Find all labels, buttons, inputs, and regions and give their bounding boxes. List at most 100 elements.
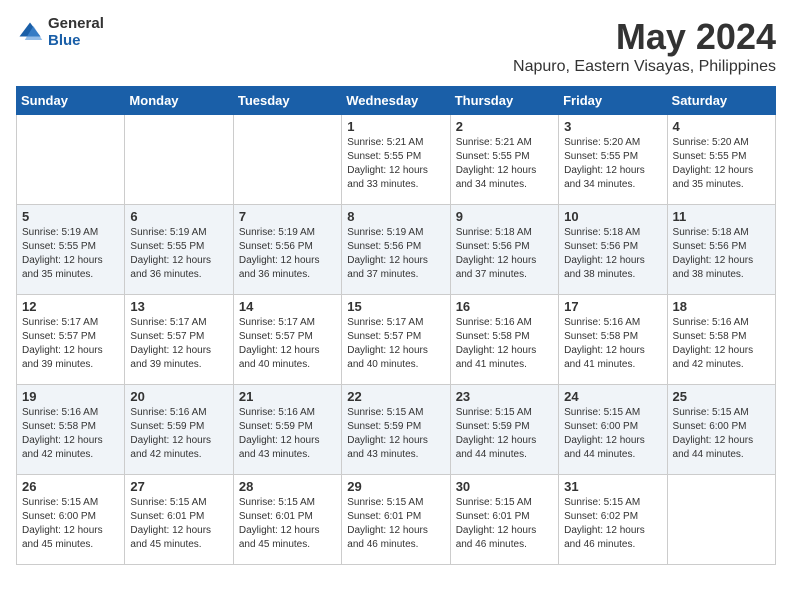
day-number: 7 [239,209,336,224]
day-info: Sunrise: 5:18 AM Sunset: 5:56 PM Dayligh… [673,226,770,282]
day-info: Sunrise: 5:19 AM Sunset: 5:55 PM Dayligh… [130,226,227,282]
day-number: 11 [673,209,770,224]
logo-blue-text: Blue [48,33,104,50]
day-info: Sunrise: 5:19 AM Sunset: 5:55 PM Dayligh… [22,226,119,282]
calendar-cell: 25 Sunrise: 5:15 AM Sunset: 6:00 PM Dayli… [667,385,775,475]
day-number: 4 [673,119,770,134]
day-number: 1 [347,119,444,134]
logo-icon [16,19,44,47]
calendar-cell: 10 Sunrise: 5:18 AM Sunset: 5:56 PM Dayli… [559,205,667,295]
day-info: Sunrise: 5:17 AM Sunset: 5:57 PM Dayligh… [239,316,336,372]
week-row-3: 12 Sunrise: 5:17 AM Sunset: 5:57 PM Dayli… [17,295,776,385]
page-header: General Blue May 2024 Napuro, Eastern Vi… [16,16,776,76]
day-number: 14 [239,299,336,314]
day-info: Sunrise: 5:16 AM Sunset: 5:59 PM Dayligh… [130,406,227,462]
day-info: Sunrise: 5:19 AM Sunset: 5:56 PM Dayligh… [347,226,444,282]
day-number: 5 [22,209,119,224]
day-info: Sunrise: 5:20 AM Sunset: 5:55 PM Dayligh… [564,136,661,192]
day-info: Sunrise: 5:16 AM Sunset: 5:59 PM Dayligh… [239,406,336,462]
logo-text: General Blue [48,16,104,49]
calendar-cell: 29 Sunrise: 5:15 AM Sunset: 6:01 PM Dayli… [342,475,450,565]
calendar-cell: 31Sunrise: 5:15 AM Sunset: 6:02 PM Dayli… [559,475,667,565]
day-info: Sunrise: 5:15 AM Sunset: 6:01 PM Dayligh… [347,496,444,552]
header-cell-monday: Monday [125,87,233,115]
day-info: Sunrise: 5:15 AM Sunset: 5:59 PM Dayligh… [347,406,444,462]
calendar-cell: 5 Sunrise: 5:19 AM Sunset: 5:55 PM Daylig… [17,205,125,295]
calendar-cell: 9 Sunrise: 5:18 AM Sunset: 5:56 PM Daylig… [450,205,558,295]
day-info: Sunrise: 5:18 AM Sunset: 5:56 PM Dayligh… [456,226,553,282]
day-number: 30 [456,479,553,494]
calendar-cell: 11 Sunrise: 5:18 AM Sunset: 5:56 PM Dayli… [667,205,775,295]
day-number: 9 [456,209,553,224]
calendar-cell: 17Sunrise: 5:16 AM Sunset: 5:58 PM Dayli… [559,295,667,385]
calendar-cell: 24 Sunrise: 5:15 AM Sunset: 6:00 PM Dayli… [559,385,667,475]
calendar-cell: 4 Sunrise: 5:20 AM Sunset: 5:55 PM Daylig… [667,115,775,205]
header-cell-tuesday: Tuesday [233,87,341,115]
day-number: 29 [347,479,444,494]
header-cell-saturday: Saturday [667,87,775,115]
calendar-cell: 2Sunrise: 5:21 AM Sunset: 5:55 PM Daylig… [450,115,558,205]
calendar-table: SundayMondayTuesdayWednesdayThursdayFrid… [16,86,776,565]
day-number: 25 [673,389,770,404]
day-number: 26 [22,479,119,494]
subtitle: Napuro, Eastern Visayas, Philippines [513,58,776,76]
header-cell-sunday: Sunday [17,87,125,115]
calendar-cell: 30 Sunrise: 5:15 AM Sunset: 6:01 PM Dayli… [450,475,558,565]
day-info: Sunrise: 5:16 AM Sunset: 5:58 PM Dayligh… [564,316,661,372]
calendar-cell: 12 Sunrise: 5:17 AM Sunset: 5:57 PM Dayli… [17,295,125,385]
calendar-cell: 3 Sunrise: 5:20 AM Sunset: 5:55 PM Daylig… [559,115,667,205]
week-row-1: 1 Sunrise: 5:21 AM Sunset: 5:55 PM Daylig… [17,115,776,205]
day-info: Sunrise: 5:15 AM Sunset: 6:00 PM Dayligh… [673,406,770,462]
day-number: 21 [239,389,336,404]
day-info: Sunrise: 5:16 AM Sunset: 5:58 PM Dayligh… [673,316,770,372]
week-row-2: 5 Sunrise: 5:19 AM Sunset: 5:55 PM Daylig… [17,205,776,295]
week-row-5: 26 Sunrise: 5:15 AM Sunset: 6:00 PM Dayli… [17,475,776,565]
day-number: 16 [456,299,553,314]
calendar-cell [667,475,775,565]
header-row: SundayMondayTuesdayWednesdayThursdayFrid… [17,87,776,115]
calendar-cell: 13Sunrise: 5:17 AM Sunset: 5:57 PM Dayli… [125,295,233,385]
day-info: Sunrise: 5:17 AM Sunset: 5:57 PM Dayligh… [347,316,444,372]
calendar-cell: 26 Sunrise: 5:15 AM Sunset: 6:00 PM Dayli… [17,475,125,565]
calendar-cell: 16Sunrise: 5:16 AM Sunset: 5:58 PM Dayli… [450,295,558,385]
main-title: May 2024 [513,16,776,58]
day-number: 6 [130,209,227,224]
day-number: 22 [347,389,444,404]
header-cell-thursday: Thursday [450,87,558,115]
calendar-cell: 14 Sunrise: 5:17 AM Sunset: 5:57 PM Dayli… [233,295,341,385]
calendar-cell: 27Sunrise: 5:15 AM Sunset: 6:01 PM Dayli… [125,475,233,565]
day-number: 10 [564,209,661,224]
day-number: 28 [239,479,336,494]
day-info: Sunrise: 5:15 AM Sunset: 5:59 PM Dayligh… [456,406,553,462]
day-info: Sunrise: 5:15 AM Sunset: 6:01 PM Dayligh… [239,496,336,552]
day-number: 2 [456,119,553,134]
calendar-cell: 8Sunrise: 5:19 AM Sunset: 5:56 PM Daylig… [342,205,450,295]
calendar-cell: 21 Sunrise: 5:16 AM Sunset: 5:59 PM Dayli… [233,385,341,475]
calendar-cell: 7Sunrise: 5:19 AM Sunset: 5:56 PM Daylig… [233,205,341,295]
day-info: Sunrise: 5:15 AM Sunset: 6:01 PM Dayligh… [456,496,553,552]
calendar-cell: 22 Sunrise: 5:15 AM Sunset: 5:59 PM Dayli… [342,385,450,475]
calendar-cell [233,115,341,205]
calendar-cell: 6 Sunrise: 5:19 AM Sunset: 5:55 PM Daylig… [125,205,233,295]
day-info: Sunrise: 5:21 AM Sunset: 5:55 PM Dayligh… [347,136,444,192]
day-info: Sunrise: 5:15 AM Sunset: 6:02 PM Dayligh… [564,496,661,552]
day-info: Sunrise: 5:20 AM Sunset: 5:55 PM Dayligh… [673,136,770,192]
day-info: Sunrise: 5:17 AM Sunset: 5:57 PM Dayligh… [22,316,119,372]
day-info: Sunrise: 5:16 AM Sunset: 5:58 PM Dayligh… [22,406,119,462]
calendar-cell: 20 Sunrise: 5:16 AM Sunset: 5:59 PM Dayli… [125,385,233,475]
day-info: Sunrise: 5:18 AM Sunset: 5:56 PM Dayligh… [564,226,661,282]
day-number: 20 [130,389,227,404]
day-number: 15 [347,299,444,314]
day-info: Sunrise: 5:17 AM Sunset: 5:57 PM Dayligh… [130,316,227,372]
day-info: Sunrise: 5:15 AM Sunset: 6:00 PM Dayligh… [22,496,119,552]
title-block: May 2024 Napuro, Eastern Visayas, Philip… [513,16,776,76]
calendar-cell: 1 Sunrise: 5:21 AM Sunset: 5:55 PM Daylig… [342,115,450,205]
day-number: 12 [22,299,119,314]
day-number: 3 [564,119,661,134]
day-number: 24 [564,389,661,404]
day-info: Sunrise: 5:15 AM Sunset: 6:01 PM Dayligh… [130,496,227,552]
calendar-cell [17,115,125,205]
day-info: Sunrise: 5:15 AM Sunset: 6:00 PM Dayligh… [564,406,661,462]
header-cell-friday: Friday [559,87,667,115]
day-number: 23 [456,389,553,404]
